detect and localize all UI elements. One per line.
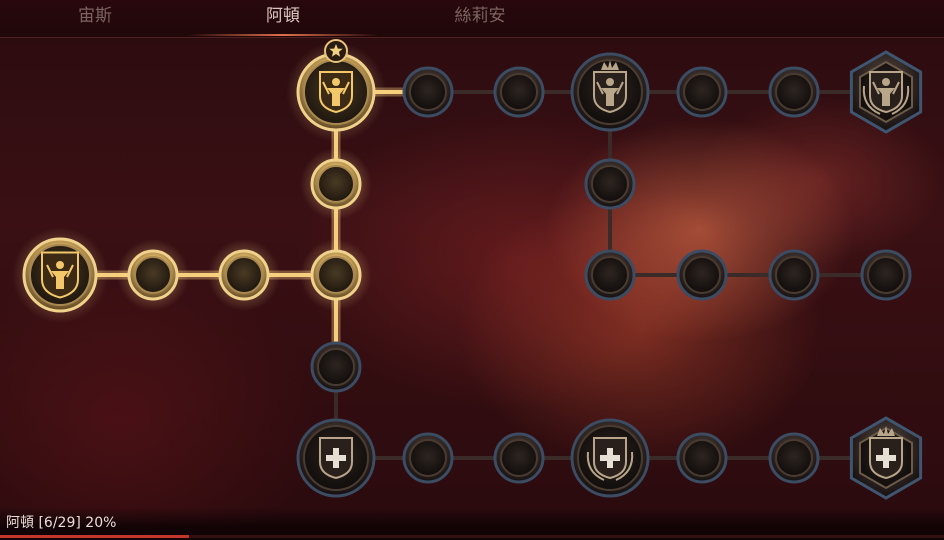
skill-node-t3[interactable]	[676, 66, 728, 118]
skill-node-b2[interactable]	[493, 432, 545, 484]
skill-node-b-end[interactable]	[849, 416, 923, 500]
progress-bar	[0, 535, 944, 538]
skill-node-l2[interactable]	[208, 239, 280, 311]
skill-node-t-crest[interactable]	[570, 52, 650, 132]
winged-shield-icon	[319, 71, 353, 114]
cross-laurel-icon	[586, 437, 634, 481]
warrior-figure-icon	[41, 251, 79, 299]
skill-node-m4[interactable]	[860, 249, 912, 301]
progress-bar-fill	[0, 535, 189, 538]
skill-node-t-end[interactable]	[849, 50, 923, 134]
skill-node-b-crest2[interactable]	[570, 418, 650, 498]
skill-node-t1[interactable]	[402, 66, 454, 118]
skill-node-m2[interactable]	[676, 249, 728, 301]
cross-shield-icon	[319, 437, 353, 480]
skill-node-b-crest[interactable]	[296, 418, 376, 498]
star-icon	[324, 39, 348, 63]
skill-node-t4[interactable]	[768, 66, 820, 118]
skill-tree	[12, 39, 923, 500]
progress-percent: 20%	[85, 515, 117, 531]
skill-node-b1[interactable]	[402, 432, 454, 484]
node-count: [6/29]	[38, 515, 81, 531]
skill-node-m3[interactable]	[768, 249, 820, 301]
skill-node-hub[interactable]	[300, 239, 372, 311]
skill-node-t2[interactable]	[493, 66, 545, 118]
skill-node-m-up[interactable]	[584, 158, 636, 210]
skill-node-up1[interactable]	[300, 148, 372, 220]
skill-node-m1[interactable]	[584, 249, 636, 301]
skill-node-l1[interactable]	[117, 239, 189, 311]
progress-summary: 阿頓 [6/29] 20%	[6, 512, 116, 532]
skill-node-b4[interactable]	[768, 432, 820, 484]
skill-node-root[interactable]	[12, 227, 108, 323]
laurel-warrior-icon	[862, 71, 910, 115]
character-name: 阿頓	[6, 515, 34, 531]
skill-node-top-crest[interactable]	[286, 39, 386, 142]
skill-node-down1[interactable]	[310, 341, 362, 393]
skill-node-b3[interactable]	[676, 432, 728, 484]
